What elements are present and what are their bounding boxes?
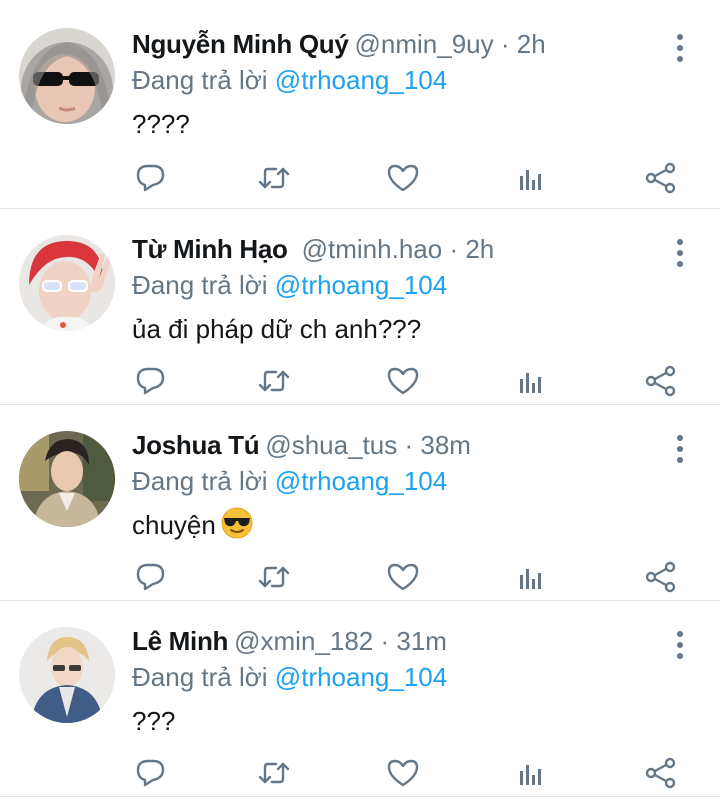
user-handle[interactable]: @xmin_182 — [234, 626, 373, 656]
user-handle[interactable]: @shua_tus — [265, 430, 397, 460]
avatar[interactable] — [19, 235, 115, 331]
more-options-icon[interactable] — [670, 30, 690, 66]
tweet-header: Từ Minh Hạo @tminh.hao · 2h — [132, 229, 660, 269]
replying-to-line: Đang trả lời @trhoang_104 — [132, 461, 447, 501]
display-name[interactable]: Từ Minh Hạo — [132, 234, 288, 264]
share-icon[interactable] — [643, 160, 679, 196]
retweet-icon[interactable] — [256, 363, 292, 399]
tweet-time: · 2h — [449, 234, 495, 264]
tweet-reply[interactable]: Nguyễn Minh Quý @nmin_9uy · 2h Đang trả l… — [0, 0, 720, 209]
avatar[interactable] — [19, 431, 115, 527]
more-options-icon[interactable] — [670, 627, 690, 663]
retweet-icon[interactable] — [256, 160, 292, 196]
like-icon[interactable] — [385, 160, 421, 196]
more-options-icon[interactable] — [670, 431, 690, 467]
tweet-time: · 31m — [380, 626, 447, 656]
share-icon[interactable] — [643, 559, 679, 595]
tweet-actions — [132, 363, 692, 403]
analytics-icon[interactable] — [514, 559, 550, 595]
avatar[interactable] — [19, 28, 115, 124]
share-icon[interactable] — [643, 363, 679, 399]
avatar-photo — [19, 431, 115, 527]
analytics-icon[interactable] — [514, 755, 550, 791]
replying-to-label: Đang trả lời — [132, 662, 268, 692]
mention-link[interactable]: @trhoang_104 — [275, 65, 447, 95]
tweet-text: ??? — [132, 706, 176, 736]
tweet-text: ???? — [132, 109, 190, 139]
retweet-icon[interactable] — [256, 559, 292, 595]
display-name[interactable]: Lê Minh — [132, 626, 228, 656]
reply-icon[interactable] — [132, 160, 168, 196]
reply-icon[interactable] — [132, 559, 168, 595]
avatar-photo — [19, 235, 115, 331]
share-icon[interactable] — [643, 755, 679, 791]
tweet-header: Nguyễn Minh Quý @nmin_9uy · 2h — [132, 24, 660, 64]
tweet-header: Lê Minh @xmin_182 · 31m — [132, 621, 660, 661]
tweet-text: ủa đi pháp dữ ch anh??? — [132, 314, 422, 344]
more-options-icon[interactable] — [670, 235, 690, 271]
like-icon[interactable] — [385, 559, 421, 595]
tweet-time: · 38m — [404, 430, 471, 460]
like-icon[interactable] — [385, 755, 421, 791]
replying-to-label: Đang trả lời — [132, 65, 268, 95]
replying-to-line: Đang trả lời @trhoang_104 — [132, 265, 447, 305]
mention-link[interactable]: @trhoang_104 — [275, 662, 447, 692]
avatar-photo — [19, 28, 115, 124]
tweet-text-content: chuyện — [132, 510, 216, 540]
tweet-actions — [132, 160, 692, 200]
like-icon[interactable] — [385, 363, 421, 399]
analytics-icon[interactable] — [514, 363, 550, 399]
replying-to-label: Đang trả lời — [132, 466, 268, 496]
replying-to-line: Đang trả lời @trhoang_104 — [132, 60, 447, 100]
display-name[interactable]: Joshua Tú — [132, 430, 260, 460]
tweet-actions — [132, 755, 692, 795]
reply-icon[interactable] — [132, 755, 168, 791]
tweet-reply[interactable]: Lê Minh @xmin_182 · 31m Đang trả lời @trh… — [0, 601, 720, 797]
analytics-icon[interactable] — [514, 160, 550, 196]
tweet-actions — [132, 559, 692, 599]
replying-to-line: Đang trả lời @trhoang_104 — [132, 657, 447, 697]
tweet-text: chuyện — [132, 505, 254, 545]
tweet-reply[interactable]: Từ Minh Hạo @tminh.hao · 2h Đang trả lời … — [0, 209, 720, 405]
retweet-icon[interactable] — [256, 755, 292, 791]
display-name[interactable]: Nguyễn Minh Quý — [132, 29, 349, 59]
replies-timeline: Nguyễn Minh Quý @nmin_9uy · 2h Đang trả l… — [0, 0, 720, 804]
mention-link[interactable]: @trhoang_104 — [275, 466, 447, 496]
tweet-header: Joshua Tú @shua_tus · 38m — [132, 425, 660, 465]
avatar-photo — [19, 627, 115, 723]
tweet-reply[interactable]: Joshua Tú @shua_tus · 38m Đang trả lời @t… — [0, 405, 720, 601]
tweet-time: · 2h — [500, 29, 546, 59]
user-handle[interactable]: @tminh.hao — [302, 234, 443, 264]
reply-icon[interactable] — [132, 363, 168, 399]
avatar[interactable] — [19, 627, 115, 723]
replying-to-label: Đang trả lời — [132, 270, 268, 300]
user-handle[interactable]: @nmin_9uy — [355, 29, 494, 59]
mention-link[interactable]: @trhoang_104 — [275, 270, 447, 300]
smiling-face-with-sunglasses-emoji — [221, 507, 253, 539]
